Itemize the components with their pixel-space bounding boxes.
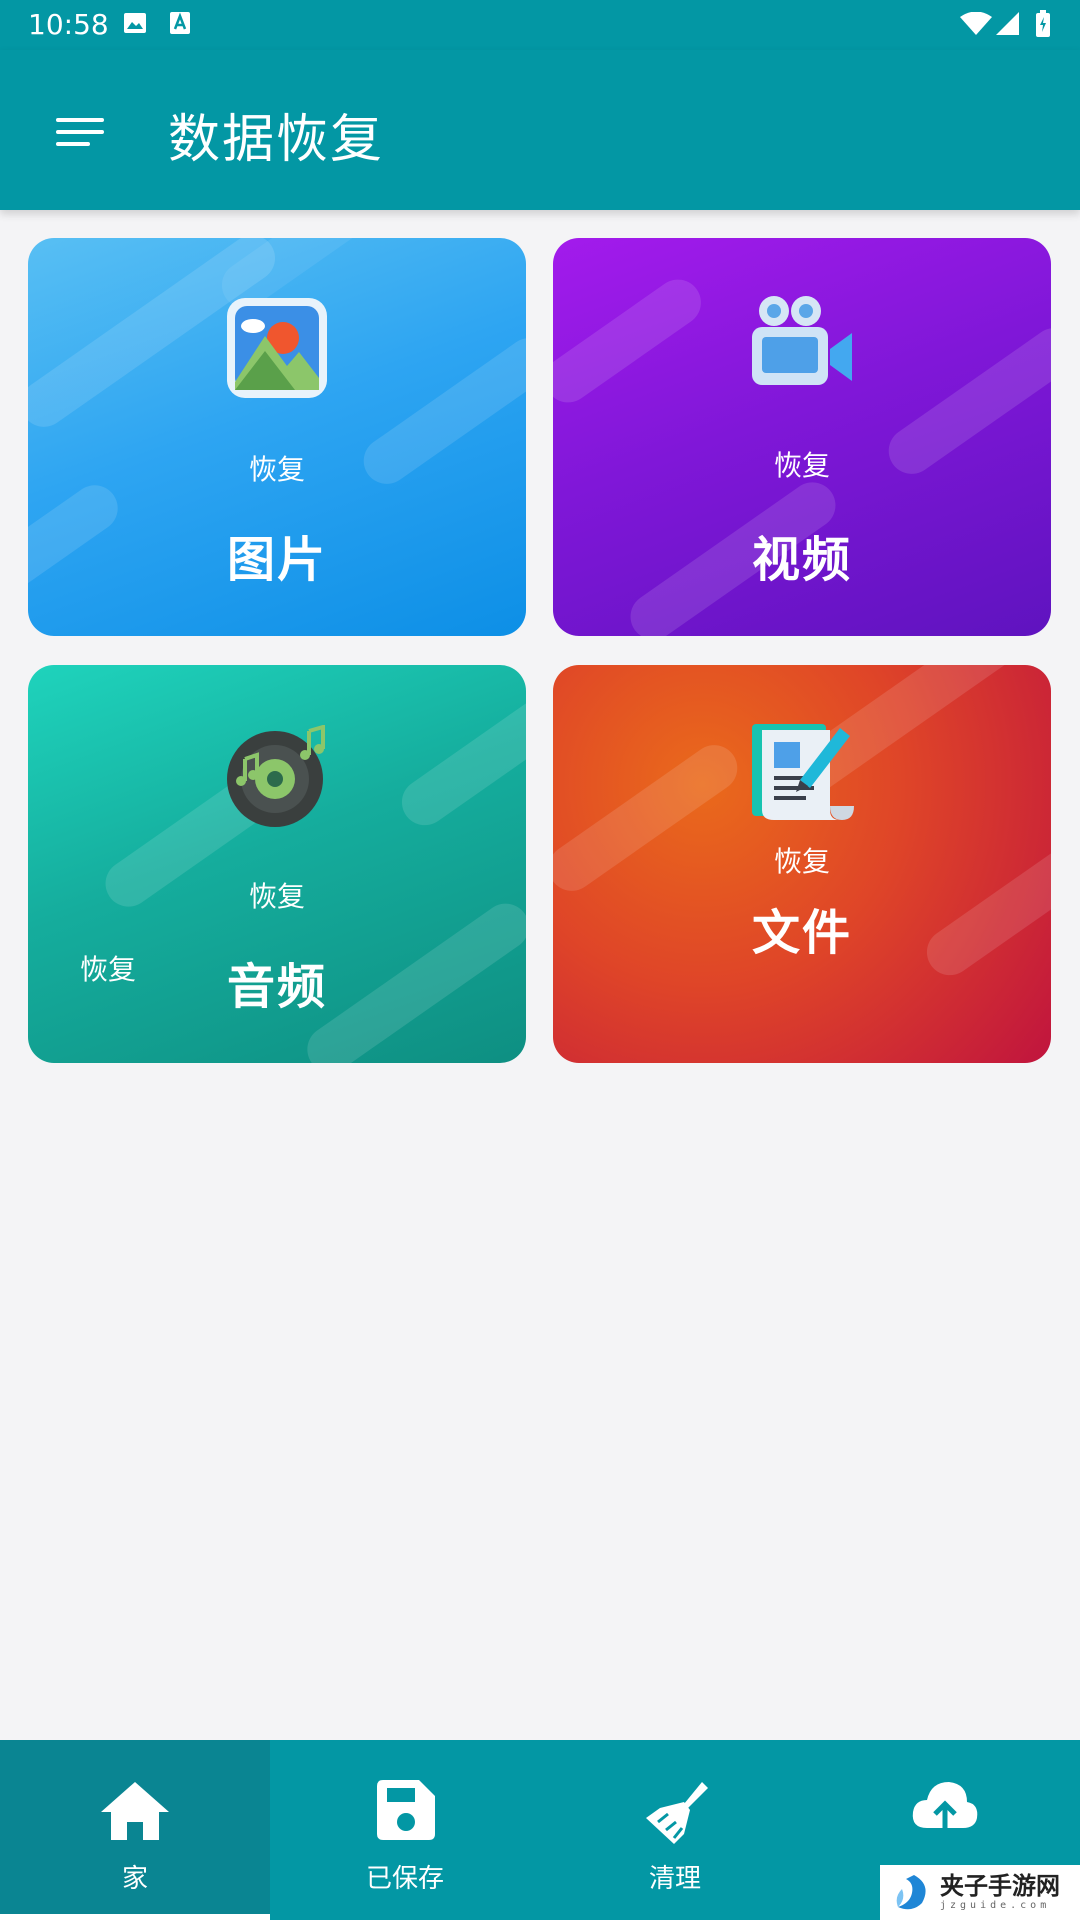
wifi-icon	[960, 12, 992, 35]
nav-active-indicator	[0, 1914, 270, 1920]
recover-videos-card[interactable]: 恢复 视频	[553, 238, 1051, 636]
card-subtitle: 恢复	[773, 845, 830, 878]
accessibility-notification-icon	[170, 12, 190, 34]
image-notification-icon	[124, 13, 146, 33]
nav-saved[interactable]: 已保存	[270, 1740, 540, 1920]
card-subtitle: 恢复	[248, 880, 305, 913]
watermark: 夹子手游网 jzguide.com	[880, 1865, 1080, 1920]
card-subtitle: 恢复	[773, 449, 830, 482]
card-title: 图片	[226, 532, 327, 588]
card-title: 音频	[226, 959, 327, 1015]
watermark-logo-icon	[896, 1874, 926, 1909]
music-disc-icon	[227, 725, 325, 827]
app-bar: 数据恢复	[0, 50, 1080, 210]
recover-photos-card[interactable]: 恢复 图片	[28, 238, 526, 636]
recover-files-card[interactable]: 恢复 文件	[553, 665, 1051, 1063]
video-camera-icon	[752, 296, 852, 385]
menu-icon	[56, 118, 104, 146]
nav-label: 已保存	[365, 1864, 444, 1894]
nav-label: 家	[121, 1864, 148, 1894]
status-bar: 10:58	[0, 0, 1080, 50]
card-title: 文件	[751, 905, 852, 961]
card-subtitle: 恢复	[248, 453, 305, 486]
save-icon	[377, 1780, 435, 1840]
signal-icon	[996, 12, 1019, 35]
watermark-subtext: jzguide.com	[940, 1900, 1051, 1911]
home-icon	[101, 1782, 169, 1840]
card-title: 视频	[751, 532, 852, 588]
watermark-text: 夹子手游网	[940, 1871, 1060, 1900]
status-time: 10:58	[28, 8, 109, 41]
nav-clean[interactable]: 清理	[540, 1740, 810, 1920]
nav-home[interactable]: 家	[0, 1740, 270, 1920]
menu-button[interactable]	[54, 112, 108, 152]
page-title: 数据恢复	[168, 110, 385, 170]
cloud-upload-icon	[912, 1782, 978, 1834]
nav-label: 清理	[648, 1864, 701, 1894]
broom-icon	[646, 1782, 708, 1844]
picture-icon	[227, 298, 327, 398]
battery-icon	[1036, 10, 1050, 37]
recover-audio-card[interactable]: 恢复 恢复 音频	[28, 665, 526, 1063]
document-pen-icon	[752, 724, 854, 820]
